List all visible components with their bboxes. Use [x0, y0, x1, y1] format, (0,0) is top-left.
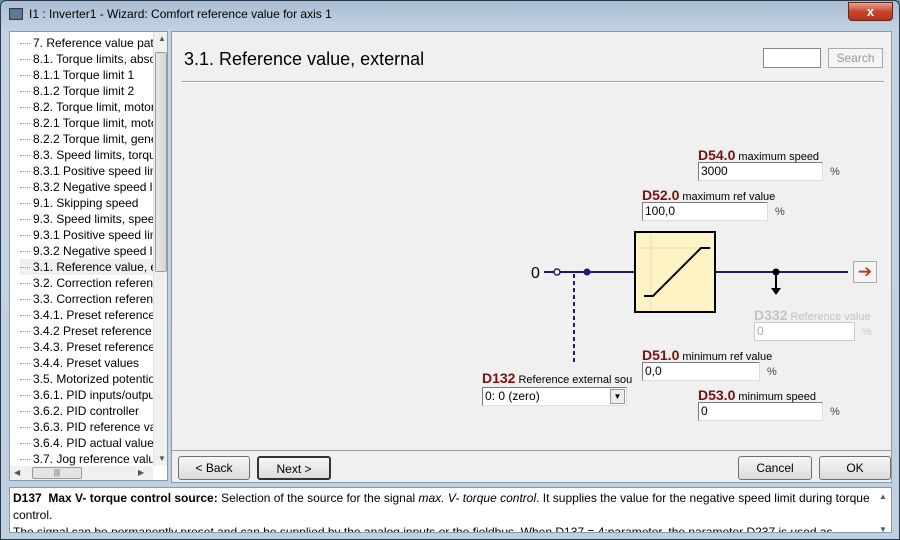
ramp-block: [634, 231, 716, 313]
down-arrow-icon: [771, 288, 781, 295]
scroll-up-icon[interactable]: ▲: [158, 34, 166, 43]
tree-item[interactable]: 7. Reference value path: [20, 35, 155, 51]
ok-button[interactable]: OK: [819, 456, 891, 480]
tree-item[interactable]: 3.7. Jog reference value: [20, 451, 155, 467]
window-title: I1 : Inverter1 - Wizard: Comfort referen…: [29, 7, 332, 21]
d53-unit: %: [830, 406, 840, 418]
d332-reference-value-field: 0: [754, 322, 855, 341]
next-button[interactable]: Next >: [257, 456, 331, 480]
tree-item[interactable]: 3.4.2 Preset reference va: [20, 323, 155, 339]
scroll-thumb[interactable]: [155, 52, 167, 272]
d54-unit: %: [830, 166, 840, 178]
help-paragraph: D137 Max V- torque control source: Selec…: [13, 491, 870, 522]
help-scrollbar[interactable]: ▲ ▼: [875, 488, 891, 532]
tree-item[interactable]: 9.3.2 Negative speed limi: [20, 243, 155, 259]
d54-label: D54.0 maximum speed: [698, 147, 820, 163]
scroll-up-icon[interactable]: ▲: [875, 488, 891, 505]
wizard-page: 3.1. Reference value, external Search 0 …: [171, 31, 892, 483]
button-divider: [172, 450, 891, 451]
navigation-tree: 3.7. Jog reference value 3.6.4. PID actua…: [9, 31, 168, 481]
input-open-node: [553, 268, 561, 276]
tree-item[interactable]: 9.1. Skipping speed: [20, 195, 155, 211]
close-button[interactable]: x: [848, 2, 893, 21]
tree-item[interactable]: 8.2.2 Torque limit, genera: [20, 131, 155, 147]
d54-maximum-speed-field[interactable]: 3000: [698, 162, 823, 181]
app-icon: [9, 8, 23, 20]
tree-item[interactable]: 8.1.1 Torque limit 1: [20, 67, 155, 83]
tree-item[interactable]: 3.2. Correction reference: [20, 275, 155, 291]
scroll-right-icon[interactable]: ▶: [138, 468, 144, 477]
tree-item[interactable]: 8.2.1 Torque limit, motorin: [20, 115, 155, 131]
tree-item[interactable]: 3.4.4. Preset values: [20, 355, 155, 371]
tree-item[interactable]: 3.4.1. Preset reference va: [20, 307, 155, 323]
help-title: Max V- torque control source:: [48, 491, 218, 505]
tree-item[interactable]: 8.3.2 Negative speed limi: [20, 179, 155, 195]
hscroll-thumb[interactable]: |||: [32, 467, 82, 479]
scroll-down-icon[interactable]: ▼: [875, 521, 891, 532]
d51-label: D51.0 minimum ref value: [642, 347, 773, 363]
d132-selected-value: 0: 0 (zero): [485, 389, 540, 403]
tree-item[interactable]: 8.1. Torque limits, absolut: [20, 51, 155, 67]
tree-item[interactable]: 3.6.1. PID inputs/outputs: [20, 387, 155, 403]
d52-unit: %: [775, 206, 785, 218]
d51-minimum-ref-field[interactable]: 0,0: [642, 362, 760, 381]
tree-item[interactable]: 3.6.4. PID actual value: [20, 435, 155, 451]
tree-item[interactable]: 3.1. Reference value, ext: [20, 259, 155, 275]
help-code: D137: [13, 491, 42, 505]
tree-vertical-scrollbar[interactable]: ▲ ▼: [153, 32, 167, 466]
help-paragraph-2: The signal can be permanently preset and…: [13, 525, 833, 533]
tree-item[interactable]: 3.4.3. Preset reference va: [20, 339, 155, 355]
d53-label: D53.0 minimum speed: [698, 387, 816, 403]
d52-label: D52.0 maximum ref value: [642, 187, 776, 203]
cancel-button[interactable]: Cancel: [738, 456, 812, 480]
d132-source-select[interactable]: 0: 0 (zero) ▼: [482, 387, 627, 406]
tree-item[interactable]: 3.3. Correction reference: [20, 291, 155, 307]
input-node: [583, 268, 591, 276]
scroll-down-icon[interactable]: ▼: [158, 454, 166, 463]
d52-maximum-ref-field[interactable]: 100,0: [642, 202, 768, 221]
d332-unit: %: [862, 326, 872, 338]
input-value: 0: [531, 265, 540, 282]
help-panel: D137 Max V- torque control source: Selec…: [9, 487, 892, 533]
tree-item[interactable]: 9.3.1 Positive speed limits: [20, 227, 155, 243]
chevron-down-icon[interactable]: ▼: [610, 389, 625, 404]
next-arrow-button[interactable]: ➔: [853, 261, 877, 283]
wizard-window: I1 : Inverter1 - Wizard: Comfort referen…: [0, 0, 900, 540]
d132-label: D132 Reference external sou: [482, 370, 633, 386]
tree-item[interactable]: 8.3.1 Positive speed limit: [20, 163, 155, 179]
d51-unit: %: [767, 366, 777, 378]
d53-minimum-speed-field[interactable]: 0: [698, 402, 823, 421]
tree-item[interactable]: 8.1.2 Torque limit 2: [20, 83, 155, 99]
tree-item[interactable]: 8.2. Torque limit, motoring: [20, 99, 155, 115]
tree-item[interactable]: 9.3. Speed limits, speed c: [20, 211, 155, 227]
tree-item[interactable]: 3.6.2. PID controller: [20, 403, 155, 419]
tree-horizontal-scrollbar[interactable]: ◀ ||| ▶: [10, 466, 153, 480]
tree-item[interactable]: 3.6.3. PID reference valu: [20, 419, 155, 435]
back-button[interactable]: < Back: [178, 456, 250, 480]
tree-item[interactable]: 3.5. Motorized potentiome: [20, 371, 155, 387]
d332-label: D332 Reference value: [754, 307, 871, 323]
tree-item[interactable]: 8.3. Speed limits, torque c: [20, 147, 155, 163]
scroll-left-icon[interactable]: ◀: [14, 468, 20, 477]
